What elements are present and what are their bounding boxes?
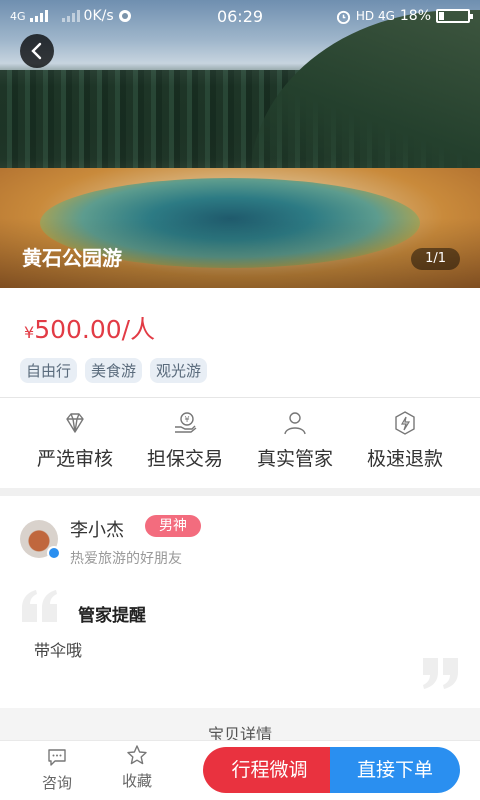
network-speed: 0K/s — [83, 8, 114, 24]
tag: 观光游 — [150, 358, 208, 383]
feature-label: 真实管家 — [256, 448, 333, 470]
section-separator — [0, 488, 480, 496]
svg-text:¥: ¥ — [185, 415, 190, 424]
battery-percent: 18% — [399, 8, 431, 24]
price-amount: 500.00/人 — [34, 315, 156, 344]
tag: 美食游 — [85, 358, 143, 383]
feature-label: 担保交易 — [146, 448, 223, 470]
currency-symbol: ¥ — [24, 323, 35, 342]
feature-list: 严选审核 ¥ 担保交易 真实管家 极速退款 — [0, 410, 480, 480]
open-quote-icon — [22, 590, 57, 622]
signal-icon-secondary — [61, 10, 80, 22]
feature-strict-review: 严选审核 — [20, 410, 130, 480]
favorite-label: 收藏 — [121, 772, 152, 790]
gender-badge: 男神 — [145, 515, 201, 537]
tag: 自由行 — [20, 358, 78, 383]
feature-secure-trade: ¥ 担保交易 — [130, 410, 240, 480]
verified-badge-icon — [47, 546, 61, 560]
tag-list: 自由行 美食游 观光游 — [20, 358, 208, 383]
star-icon — [127, 745, 147, 765]
keeper-name: 李小杰 — [70, 520, 124, 541]
adjust-itinerary-button[interactable]: 行程微调 — [203, 747, 336, 793]
favorite-button[interactable]: 收藏 — [107, 744, 167, 791]
secure-payment-icon: ¥ — [175, 412, 197, 433]
chevron-left-icon — [31, 42, 42, 60]
reminder-title: 管家提醒 — [78, 606, 146, 626]
network-type-right: HD 4G — [355, 9, 395, 23]
close-quote-icon — [423, 658, 458, 689]
reminder-text: 带伞哦 — [34, 641, 83, 660]
image-counter: 1/1 — [411, 248, 460, 270]
status-bar: 4G 0K/s 06:29 HD 4G 18% — [0, 0, 480, 32]
battery-icon — [436, 9, 473, 23]
feature-label: 严选审核 — [36, 448, 113, 470]
order-now-button[interactable]: 直接下单 — [330, 747, 460, 793]
notification-icon — [118, 10, 131, 22]
consult-button[interactable]: 咨询 — [27, 746, 87, 793]
chat-icon — [48, 749, 66, 766]
signal-icon — [29, 10, 48, 22]
price: ¥500.00/人 — [24, 310, 155, 346]
back-button[interactable] — [20, 34, 54, 68]
alarm-icon — [336, 10, 350, 24]
avatar[interactable] — [20, 520, 61, 560]
network-type-left: 4G — [10, 9, 26, 23]
person-icon — [284, 412, 306, 435]
trip-detail-page: 4G 0K/s 06:29 HD 4G 18% 黄石公园游 1/1 ¥500.0… — [0, 0, 480, 800]
feature-label: 极速退款 — [366, 448, 443, 470]
consult-label: 咨询 — [41, 774, 72, 792]
keeper-bio: 热爱旅游的好朋友 — [70, 551, 182, 567]
diamond-icon — [66, 413, 84, 433]
divider — [0, 397, 480, 398]
feature-real-butler: 真实管家 — [240, 410, 350, 480]
lightning-icon — [395, 411, 415, 435]
clock: 06:29 — [216, 6, 264, 26]
hero-title: 黄石公园游 — [22, 246, 122, 270]
feature-fast-refund: 极速退款 — [350, 410, 460, 480]
